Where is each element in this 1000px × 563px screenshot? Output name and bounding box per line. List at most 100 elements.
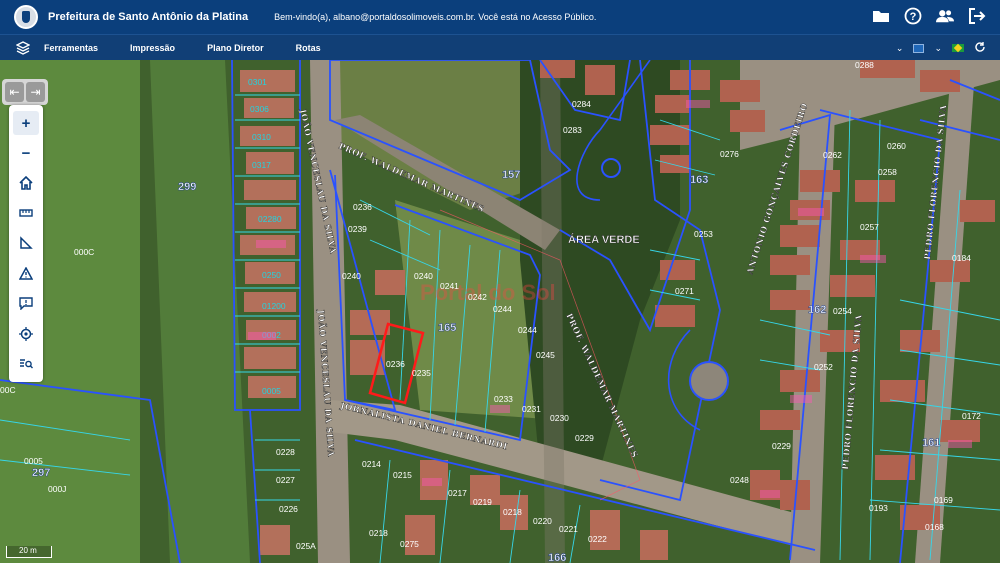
home-icon[interactable]	[13, 171, 39, 195]
menu-ferramentas[interactable]: Ferramentas	[44, 43, 98, 53]
map-label: 025A	[296, 541, 316, 551]
map-label: 0254	[833, 306, 852, 316]
refresh-icon[interactable]	[974, 41, 986, 55]
logout-icon[interactable]	[968, 7, 986, 25]
next-extent-button[interactable]: ⇥	[26, 82, 45, 102]
roundabout-bottom	[689, 361, 729, 401]
block-label: 162	[808, 304, 826, 316]
map-label: 01200	[262, 301, 286, 311]
map-label: 0275	[400, 539, 419, 549]
map-label: 0219	[473, 497, 492, 507]
users-icon[interactable]	[936, 7, 954, 25]
block-label: 166	[548, 552, 566, 563]
app-title: Prefeitura de Santo Antônio da Platina	[48, 11, 249, 23]
language-flag-icon[interactable]	[952, 44, 964, 52]
map-label: 0310	[252, 132, 271, 142]
map-label: 0193	[869, 503, 888, 513]
comment-icon[interactable]	[13, 292, 39, 316]
map-label: 0226	[279, 504, 298, 514]
map-label: 0283	[563, 125, 582, 135]
history-nav: ⇤ ⇥	[2, 79, 48, 105]
search-list-icon[interactable]	[13, 352, 39, 376]
map-toolbar: + −	[9, 105, 43, 382]
menu-bar: Ferramentas Impressão Plano Diretor Rota…	[0, 34, 1000, 60]
map-canvas[interactable]: Portal do Sol 157 163 165 162 161 166 29…	[0, 60, 1000, 563]
basemap-swatch[interactable]	[913, 43, 925, 53]
map-label: 0217	[448, 488, 467, 498]
warning-icon[interactable]	[13, 262, 39, 286]
map-label: 0230	[550, 413, 569, 423]
map-label: 0301	[248, 77, 267, 87]
map-label: 0231	[522, 404, 541, 414]
map-label: 000C	[74, 247, 94, 257]
map-view[interactable]: Portal do Sol 157 163 165 162 161 166 29…	[0, 60, 1000, 563]
zoom-in-button[interactable]: +	[13, 111, 39, 136]
map-label: 0222	[588, 534, 607, 544]
map-label: 0288	[855, 60, 874, 70]
map-label: 0220	[533, 516, 552, 526]
zoom-out-button[interactable]: −	[13, 141, 39, 165]
menu-impressao[interactable]: Impressão	[130, 43, 175, 53]
map-label: 0184	[952, 253, 971, 263]
map-label: 0240	[342, 271, 361, 281]
map-label: 0253	[694, 229, 713, 239]
locate-icon[interactable]	[13, 322, 39, 346]
map-label: ?	[910, 11, 917, 23]
ruler-icon[interactable]	[13, 201, 39, 225]
map-label: 0005	[24, 456, 43, 466]
map-label: 0262	[823, 150, 842, 160]
map-label: 0169	[934, 495, 953, 505]
chevron-down-icon[interactable]: ⌄	[896, 43, 904, 54]
map-label: 0257	[860, 222, 879, 232]
map-label: 0258	[878, 167, 897, 177]
map-label: 0235	[412, 368, 431, 378]
map-label: 0317	[252, 160, 271, 170]
map-label: 0227	[276, 475, 295, 485]
menu-plano-diretor[interactable]: Plano Diretor	[207, 43, 264, 53]
block-label: 163	[690, 174, 708, 186]
map-label: 0172	[962, 411, 981, 421]
map-label: 0236	[353, 202, 372, 212]
block-label: 299	[178, 181, 196, 193]
area-verde-label: ÁREA VERDE	[568, 233, 640, 246]
map-label: 000J	[48, 484, 66, 494]
city-crest-logo	[14, 5, 38, 29]
map-label: 0168	[925, 522, 944, 532]
chevron-down-icon[interactable]: ⌄	[934, 43, 942, 54]
welcome-message: Bem-vindo(a), albano@portaldosolimoveis.…	[274, 12, 597, 22]
map-label: 0276	[720, 149, 739, 159]
map-label: 0215	[393, 470, 412, 480]
map-label: 0244	[518, 325, 537, 335]
previous-extent-button[interactable]: ⇤	[5, 82, 24, 102]
map-label: 0250	[262, 270, 281, 280]
map-label: 0236	[386, 359, 405, 369]
scale-bar: 20 m	[6, 546, 52, 558]
map-label: 0214	[362, 459, 381, 469]
area-measure-icon[interactable]	[13, 231, 39, 255]
map-label: 02280	[258, 214, 282, 224]
map-label: 0306	[250, 104, 269, 114]
folder-icon[interactable]	[872, 7, 890, 25]
help-icon[interactable]: ?	[904, 7, 922, 25]
layers-icon[interactable]	[15, 40, 31, 55]
map-label: 00C	[0, 385, 16, 395]
map-label: 0252	[814, 362, 833, 372]
map-label: 0241	[440, 281, 459, 291]
map-label: 0248	[730, 475, 749, 485]
map-label: 0229	[575, 433, 594, 443]
block-label: 297	[32, 467, 50, 479]
block-label: 161	[922, 437, 940, 449]
top-bar: Prefeitura de Santo Antônio da Platina B…	[0, 0, 1000, 34]
map-label: 0221	[559, 524, 578, 534]
block-label: 157	[502, 169, 520, 181]
menu-rotas[interactable]: Rotas	[296, 43, 321, 53]
map-label: 0218	[503, 507, 522, 517]
map-label: 0260	[887, 141, 906, 151]
map-label: 0271	[675, 286, 694, 296]
map-label: 0245	[536, 350, 555, 360]
map-label: 0240	[414, 271, 433, 281]
map-label: 0005	[262, 386, 281, 396]
map-label: 0228	[276, 447, 295, 457]
map-label: 0239	[348, 224, 367, 234]
map-label: 0284	[572, 99, 591, 109]
